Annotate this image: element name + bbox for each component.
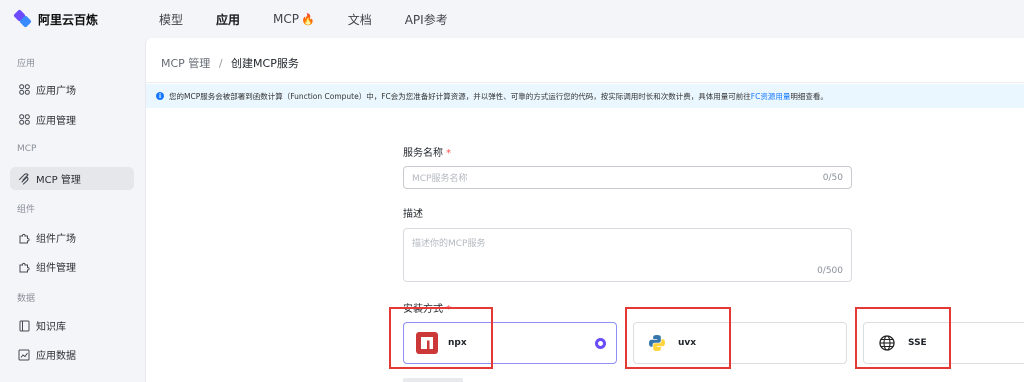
sidebar-group-mcp: MCP	[17, 144, 37, 154]
install-method-label: 安装方式 *	[403, 300, 451, 315]
brand-name: 阿里云百炼	[38, 12, 99, 27]
sidebar-item-mcp-manage[interactable]: MCP 管理	[10, 167, 134, 190]
nav-item-mcp[interactable]: MCP 🔥	[273, 12, 315, 26]
breadcrumb-separator: /	[218, 57, 223, 70]
breadcrumb: MCP 管理 / 创建MCP服务	[161, 55, 299, 71]
service-name-counter: 0/50	[822, 172, 843, 183]
description-textarea[interactable]: 描述你的MCP服务 0/500	[403, 228, 852, 282]
npm-icon	[416, 332, 438, 354]
install-option-label: SSE	[908, 338, 927, 348]
description-label: 描述	[403, 209, 423, 220]
nav-item-docs[interactable]: 文档	[348, 11, 372, 28]
python-icon	[646, 332, 668, 354]
required-mark: *	[446, 304, 451, 315]
sidebar-item-label: 应用数据	[36, 351, 76, 362]
sidebar-item-app-manage[interactable]: 应用管理	[10, 108, 134, 131]
install-method-label-text: 安装方式	[403, 304, 443, 315]
sidebar-group-apps: 应用	[17, 59, 36, 69]
grid-icon	[18, 114, 30, 126]
puzzle-icon	[18, 232, 30, 244]
install-option-npx[interactable]: npx	[403, 322, 617, 364]
nav-item-mcp-label: MCP	[273, 12, 299, 26]
sidebar: 应用 应用广场 应用管理 MCP MCP 管理 组件 组件广场 组件管理 数据	[0, 38, 145, 382]
service-name-input[interactable]: MCP服务名称 0/50	[403, 166, 852, 189]
sidebar-item-component-square[interactable]: 组件广场	[10, 226, 134, 249]
service-name-label-text: 服务名称	[403, 148, 443, 159]
main-panel: MCP 管理 / 创建MCP服务 i 您的MCP服务会被部署到函数计算（Func…	[145, 38, 1024, 382]
globe-icon	[876, 332, 898, 354]
required-mark: *	[446, 148, 451, 159]
radio-selected-icon[interactable]	[595, 338, 606, 349]
sidebar-item-app-data[interactable]: 应用数据	[10, 343, 134, 366]
breadcrumb-parent[interactable]: MCP 管理	[161, 57, 210, 70]
sidebar-item-knowledge[interactable]: 知识库	[10, 314, 134, 337]
puzzle-icon	[18, 261, 30, 273]
book-icon	[18, 320, 30, 332]
sidebar-group-components: 组件	[17, 205, 36, 215]
install-option-uvx[interactable]: uvx	[633, 322, 847, 364]
top-navigation: 阿里云百炼 模型 应用 MCP 🔥 文档 API参考	[0, 0, 1024, 38]
next-field-label	[403, 378, 463, 382]
sidebar-item-app-square[interactable]: 应用广场	[10, 78, 134, 101]
sidebar-item-label: 组件广场	[36, 234, 76, 245]
info-text: 您的MCP服务会被部署到函数计算（Function Compute）中，FC会为…	[169, 91, 751, 101]
info-banner: i 您的MCP服务会被部署到函数计算（Function Compute）中，FC…	[146, 84, 1024, 108]
fc-usage-link[interactable]: FC资源用量	[751, 91, 791, 102]
nav-item-apps[interactable]: 应用	[216, 11, 240, 28]
sidebar-group-data: 数据	[17, 294, 36, 304]
breadcrumb-current: 创建MCP服务	[231, 57, 299, 70]
service-name-placeholder: MCP服务名称	[412, 174, 468, 184]
sidebar-item-label: 应用广场	[36, 86, 76, 97]
fire-icon: 🔥	[301, 12, 315, 26]
install-option-label: npx	[448, 338, 467, 348]
nav-item-api[interactable]: API参考	[405, 11, 448, 28]
install-option-sse[interactable]: SSE	[863, 322, 1024, 364]
service-name-label: 服务名称 *	[403, 144, 451, 159]
sidebar-item-label: 组件管理	[36, 263, 76, 274]
chart-icon	[18, 349, 30, 361]
install-option-label: uvx	[678, 338, 697, 348]
description-placeholder: 描述你的MCP服务	[412, 239, 486, 249]
main-nav: 模型 应用 MCP 🔥 文档 API参考	[159, 11, 481, 28]
info-icon: i	[156, 92, 164, 100]
divider	[146, 82, 1024, 83]
mcp-icon	[18, 172, 30, 185]
grid-icon	[18, 84, 30, 96]
brand[interactable]: 阿里云百炼	[0, 9, 145, 28]
brand-logo-icon	[13, 9, 32, 28]
sidebar-item-label: MCP 管理	[36, 175, 81, 186]
sidebar-item-component-manage[interactable]: 组件管理	[10, 255, 134, 278]
sidebar-item-label: 知识库	[36, 322, 66, 333]
nav-item-models[interactable]: 模型	[159, 11, 183, 28]
sidebar-item-label: 应用管理	[36, 116, 76, 127]
description-counter: 0/500	[817, 266, 843, 276]
info-suffix: 明细查看。	[790, 91, 828, 101]
